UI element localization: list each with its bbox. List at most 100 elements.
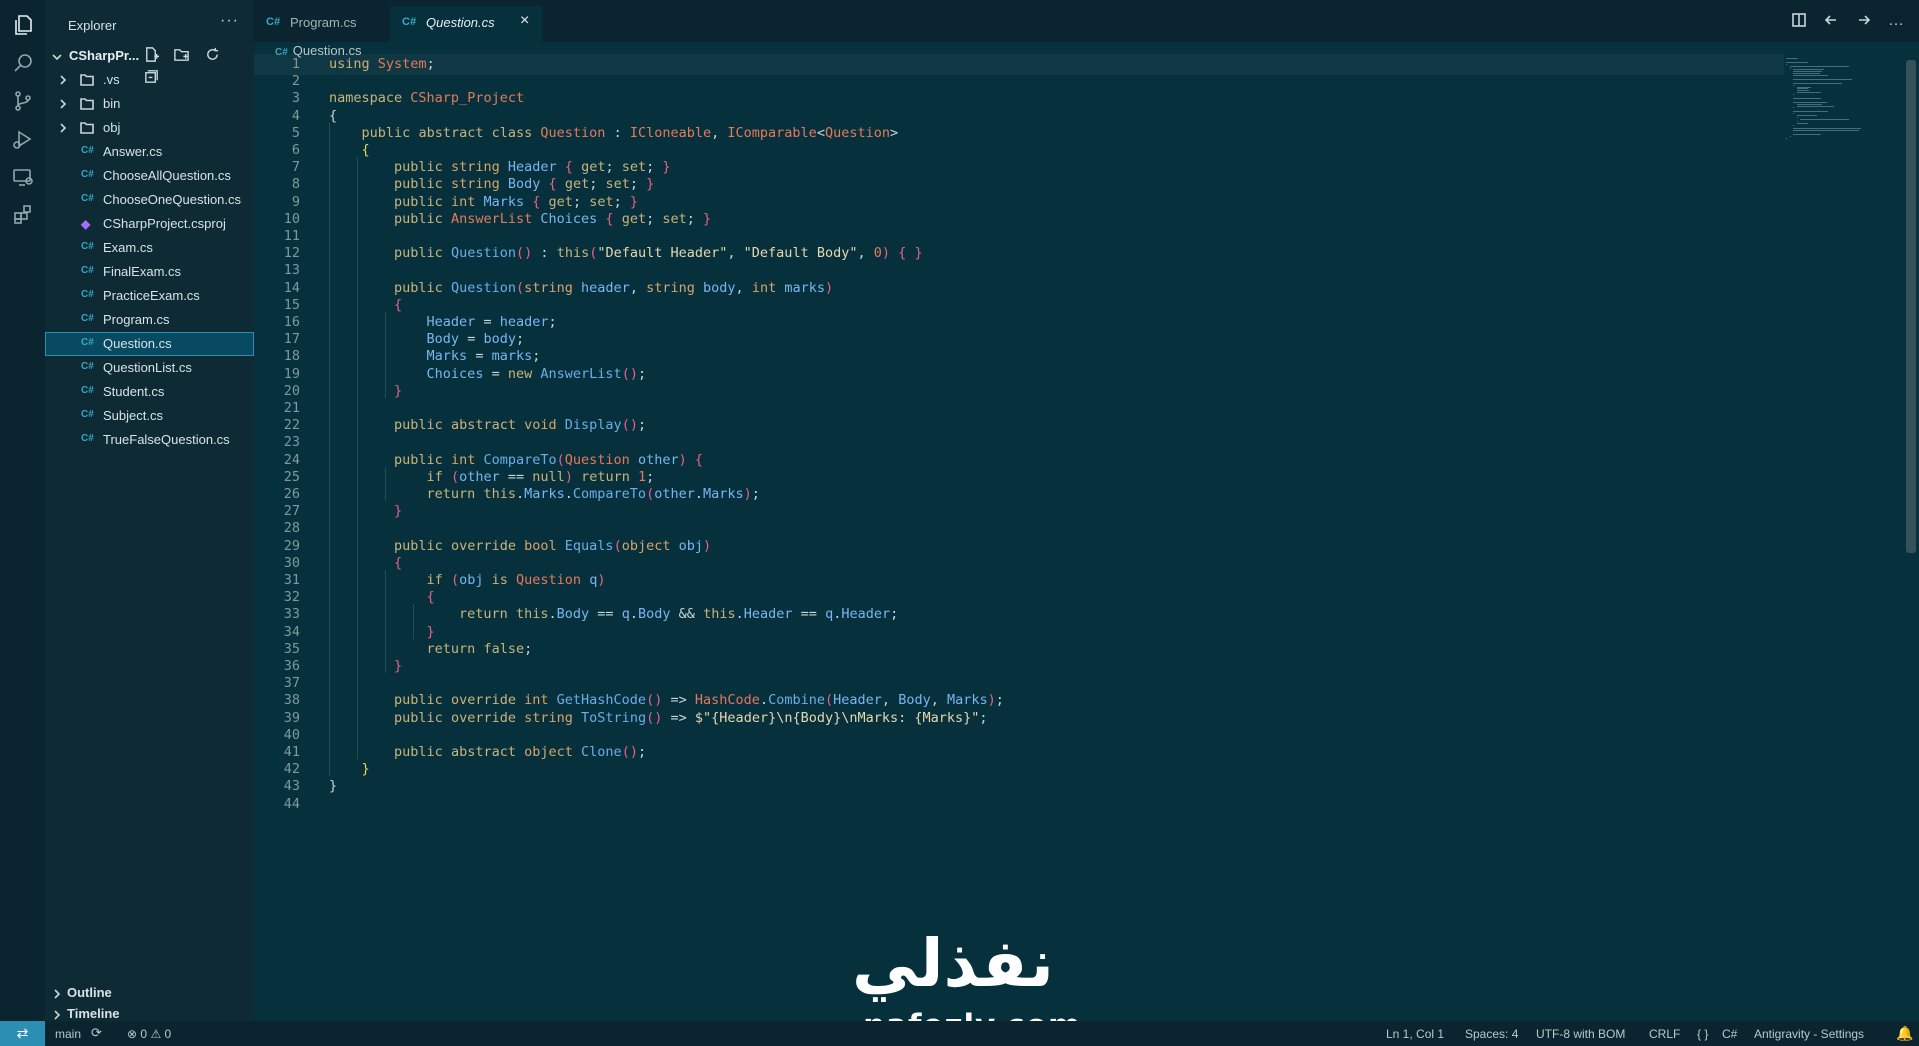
code-text: return false; [426,640,533,657]
minimap-line [1796,120,1798,122]
minimap-line [1796,103,1822,105]
csharp-file-icon: C# [81,193,94,204]
sync-icon[interactable]: ⟳ [91,1025,102,1041]
project-header[interactable]: CSharpPr... [45,45,254,83]
split-editor-icon[interactable] [1790,12,1808,30]
csharp-file-icon: C# [81,265,94,276]
search-icon[interactable] [11,51,35,75]
code-text: { [329,107,338,124]
tree-file[interactable]: C# PracticeExam.cs [45,284,254,308]
more-actions-icon[interactable]: ··· [1887,15,1905,33]
minimap-line [1793,124,1795,126]
arrow-left-icon[interactable] [1822,12,1840,30]
tree-file[interactable]: C# Exam.cs [45,236,254,260]
code-line[interactable]: 44 [254,794,1784,815]
code-text: } [394,382,403,399]
line-number: 25 [283,468,300,485]
line-number: 27 [283,503,300,520]
source-control-icon[interactable] [11,89,35,113]
minimap[interactable] [1786,58,1906,158]
minimap-line [1796,88,1808,90]
tab-program-cs[interactable]: C# Program.cs [254,6,390,42]
code-editor[interactable]: 1 using System; 2 3 namespace CSharp_Project… [254,54,1919,974]
encoding[interactable]: UTF-8 with BOM [1536,1027,1625,1041]
refresh-icon[interactable] [204,46,224,64]
line-number: 9 [291,193,300,210]
tree-item-label: QuestionList.cs [103,360,192,375]
activity-bar [0,0,45,1021]
watermark-logo-arabic: نفذلي [852,925,1054,1002]
tree-file[interactable]: ◆ CSharpProject.csproj [45,212,254,236]
cursor-position[interactable]: Ln 1, Col 1 [1386,1027,1444,1041]
tree-file[interactable]: C# Question.cs [45,332,254,356]
arrow-right-icon[interactable] [1855,12,1873,30]
tab-question-cs[interactable]: C# Question.cs × [390,6,542,42]
tree-item-label: ChooseOneQuestion.cs [103,192,242,207]
line-ending[interactable]: CRLF [1649,1027,1680,1041]
new-folder-icon[interactable] [173,46,193,64]
editor-scrollbar[interactable] [1906,60,1916,553]
line-number: 42 [283,761,300,778]
line-number: 24 [283,451,300,468]
chevron-right-icon [51,987,63,999]
code-text: return this.Body == q.Body && this.Heade… [459,606,899,623]
language-braces-icon[interactable]: { } [1697,1027,1708,1041]
close-icon[interactable]: × [520,12,529,30]
branch-name[interactable]: main [55,1027,81,1041]
chevron-down-icon [51,50,63,62]
minimap-line [1786,61,1808,63]
tree-file[interactable]: C# QuestionList.cs [45,356,254,380]
code-text: using System; [329,56,435,72]
run-debug-icon[interactable] [11,127,35,151]
line-number: 3 [291,90,300,107]
minimap-line [1793,84,1795,86]
minimap-line [1789,67,1791,69]
remote-explorer-icon[interactable] [11,165,35,189]
tree-folder[interactable]: .vs [45,68,254,92]
line-number: 8 [291,176,300,193]
tree-file[interactable]: C# FinalExam.cs [45,260,254,284]
minimap-line [1793,134,1822,135]
tree-folder[interactable]: bin [45,92,254,116]
tree-file[interactable]: C# Subject.cs [45,404,254,428]
language-mode[interactable]: C# [1722,1027,1737,1041]
notifications-icon[interactable]: 🔔 [1896,1025,1913,1042]
tree-file[interactable]: C# Student.cs [45,380,254,404]
csharp-file-icon: C# [81,361,94,372]
tree-file[interactable]: C# TrueFalseQuestion.cs [45,428,254,452]
tree-folder[interactable]: obj [45,116,254,140]
tree-item-label: ChooseAllQuestion.cs [103,168,231,183]
tree-file[interactable]: C# ChooseOneQuestion.cs [45,188,254,212]
explorer-more-icon[interactable]: ··· [220,12,239,30]
indentation[interactable]: Spaces: 4 [1465,1027,1518,1041]
code-text: } [426,623,435,640]
line-number: 33 [283,606,300,623]
minimap-line [1793,71,1822,73]
new-file-icon[interactable] [143,46,163,64]
problems-indicator[interactable]: ⊗ 0 ⚠ 0 [127,1027,171,1041]
tree-item-label: Subject.cs [103,408,163,423]
extensions-icon[interactable] [11,203,35,227]
code-text: Header = header; [426,314,557,330]
line-number: 14 [283,279,300,296]
tree-item-label: .vs [103,72,120,87]
csharp-file-icon: C# [81,313,94,324]
tree-file[interactable]: C# ChooseAllQuestion.cs [45,164,254,188]
remote-icon[interactable]: ⇄ [0,1021,45,1046]
code-text: public int CompareTo(Question other) { [394,451,704,468]
minimap-line [1796,115,1817,116]
extension-status[interactable]: Antigravity - Settings [1754,1027,1864,1041]
tree-item-label: Student.cs [103,384,165,399]
explorer-icon[interactable] [11,13,35,37]
line-number: 4 [291,107,300,124]
tree-file[interactable]: C# Answer.cs [45,140,254,164]
tree-file[interactable]: C# Program.cs [45,308,254,332]
code-text: return this.Marks.CompareTo(other.Marks)… [426,486,760,502]
outline-label: Outline [67,985,112,1000]
folder-icon [80,121,94,135]
line-number: 39 [283,709,300,726]
outline-section[interactable]: Outline [45,982,254,1004]
code-text: if (other == null) return 1; [426,468,655,485]
line-number: 12 [283,245,300,262]
line-number: 26 [283,486,300,502]
